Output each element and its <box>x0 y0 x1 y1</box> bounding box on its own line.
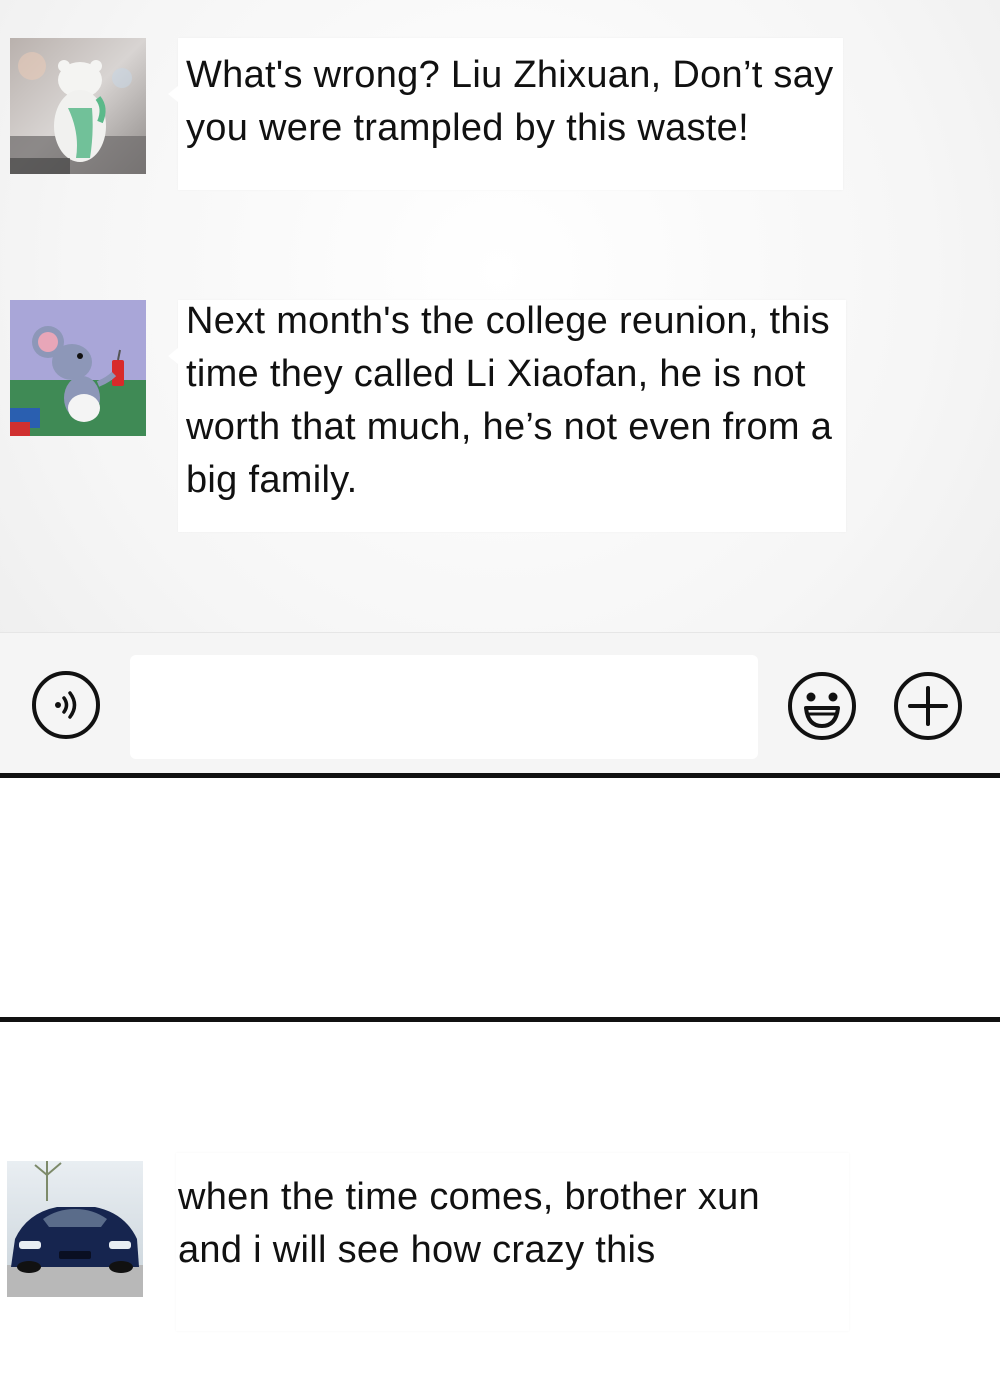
panel-divider-bottom <box>0 1017 1000 1022</box>
voice-icon[interactable] <box>31 670 101 745</box>
plus-icon[interactable] <box>892 670 964 747</box>
avatar-cartoon-mouse[interactable] <box>10 300 146 436</box>
message-input[interactable] <box>130 655 758 759</box>
message-text-2: Next month's the college reunion, this t… <box>186 300 833 501</box>
blue-sports-car-avatar-image <box>7 1161 143 1297</box>
message-bubble-2[interactable]: Next month's the college reunion, this t… <box>168 300 846 532</box>
avatar-sports-car[interactable] <box>7 1161 143 1297</box>
polar-bear-figurine-avatar-image <box>10 38 146 174</box>
cartoon-mouse-avatar-image <box>10 300 146 436</box>
message-text-3: when the time comes, brother xun and i w… <box>178 1176 760 1271</box>
avatar-polar-bear[interactable] <box>10 38 146 174</box>
message-bubble-3[interactable]: when the time comes, brother xun and i w… <box>176 1153 849 1331</box>
panel-divider-top <box>0 773 1000 778</box>
chat-panel-bottom: when the time comes, brother xun and i w… <box>0 1023 1000 1391</box>
chat-panel-top: What's wrong? Liu Zhixuan, Don’t say you… <box>0 0 1000 775</box>
message-text-1: What's wrong? Liu Zhixuan, Don’t say you… <box>186 54 834 149</box>
smiley-icon[interactable] <box>786 670 858 747</box>
chat-input-bar <box>0 632 1000 775</box>
message-bubble-1[interactable]: What's wrong? Liu Zhixuan, Don’t say you… <box>168 38 843 190</box>
